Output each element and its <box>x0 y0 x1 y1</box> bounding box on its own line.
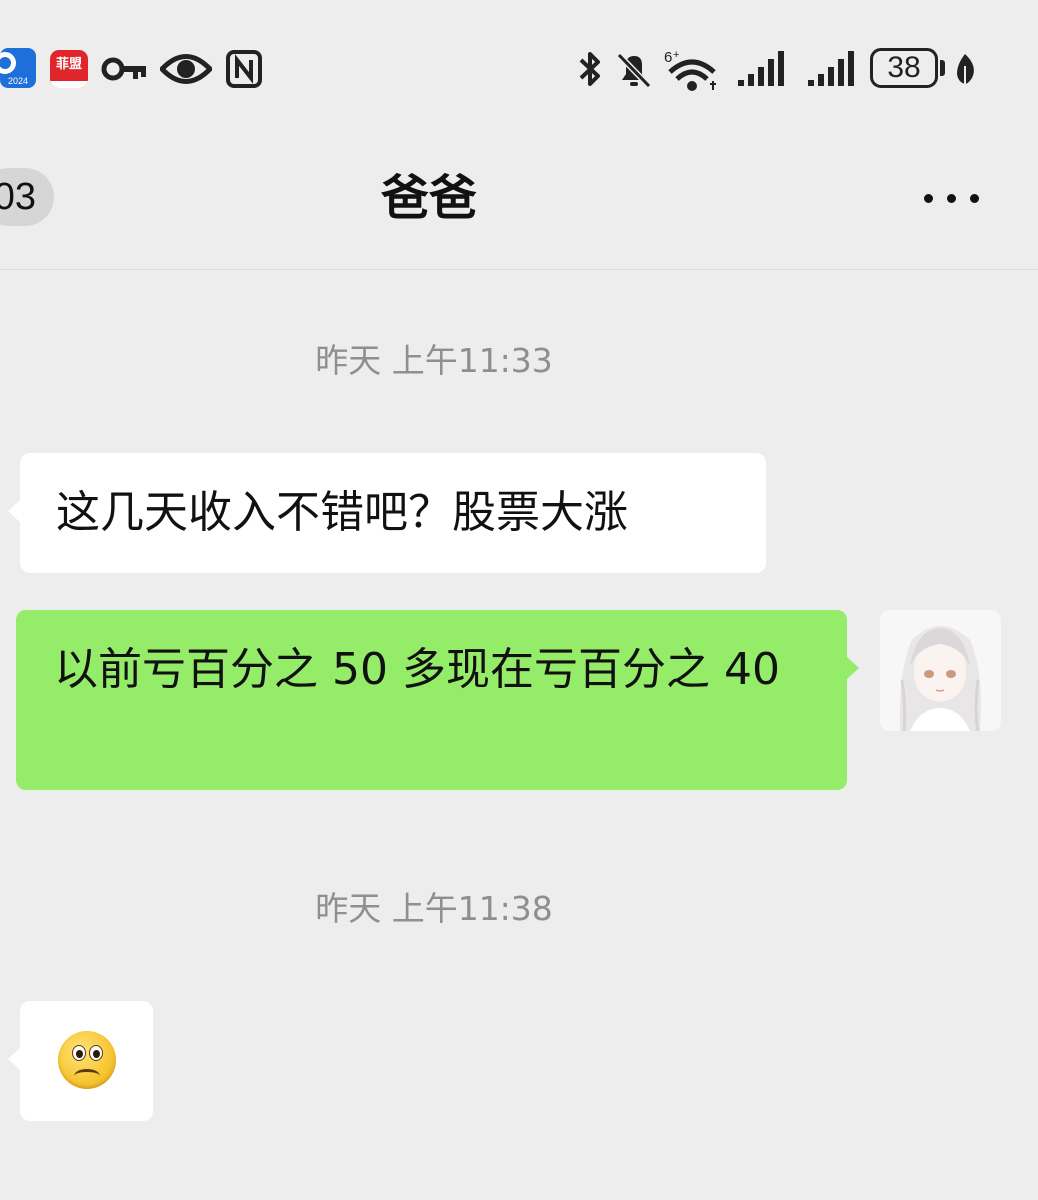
signal-icon-sim1 <box>736 48 786 88</box>
chat-header: 03 爸爸 <box>0 140 1038 270</box>
ccb-app-icon: 2024 <box>0 48 36 88</box>
more-dot <box>924 194 933 203</box>
more-dot <box>970 194 979 203</box>
battery-indicator: 38 <box>870 48 938 88</box>
red-app-icon: 菲盟儿 <box>50 50 88 88</box>
svg-text:+: + <box>673 49 679 61</box>
outgoing-message-bubble[interactable]: 以前亏百分之 50 多现在亏百分之 40 <box>16 610 859 790</box>
battery-percent: 38 <box>887 51 921 84</box>
signal-icon-sim2 <box>806 48 856 88</box>
incoming-message-bubble[interactable]: 这几天收入不错吧？股票大涨 <box>8 453 766 573</box>
app-badge-year: 2024 <box>7 76 29 86</box>
message-text: 以前亏百分之 50 多现在亏百分之 40 <box>54 644 780 695</box>
chat-title: 爸爸 <box>380 170 477 226</box>
message-timestamp: 昨天 上午11:38 <box>315 889 553 928</box>
back-button-unread-count[interactable]: 03 <box>0 168 54 226</box>
eye-icon <box>160 52 212 86</box>
nfc-icon <box>226 50 262 88</box>
wifi-icon: 6 + <box>664 48 720 92</box>
incoming-emoji-bubble[interactable] <box>8 1001 153 1121</box>
battery-tip <box>940 60 945 76</box>
svg-text:6: 6 <box>664 49 672 66</box>
key-icon <box>100 54 148 84</box>
more-dot <box>947 194 956 203</box>
message-timestamp: 昨天 上午11:33 <box>315 341 553 380</box>
message-text: 这几天收入不错吧？股票大涨 <box>56 487 628 538</box>
power-saving-leaf-icon <box>952 52 978 86</box>
my-avatar[interactable] <box>880 610 1001 731</box>
more-options-icon[interactable] <box>920 182 984 214</box>
bluetooth-icon <box>577 50 603 88</box>
frowning-face-emoji-icon <box>58 1031 116 1089</box>
status-bar: 2024 菲盟儿 <box>0 0 1038 140</box>
bell-muted-icon <box>614 50 654 90</box>
